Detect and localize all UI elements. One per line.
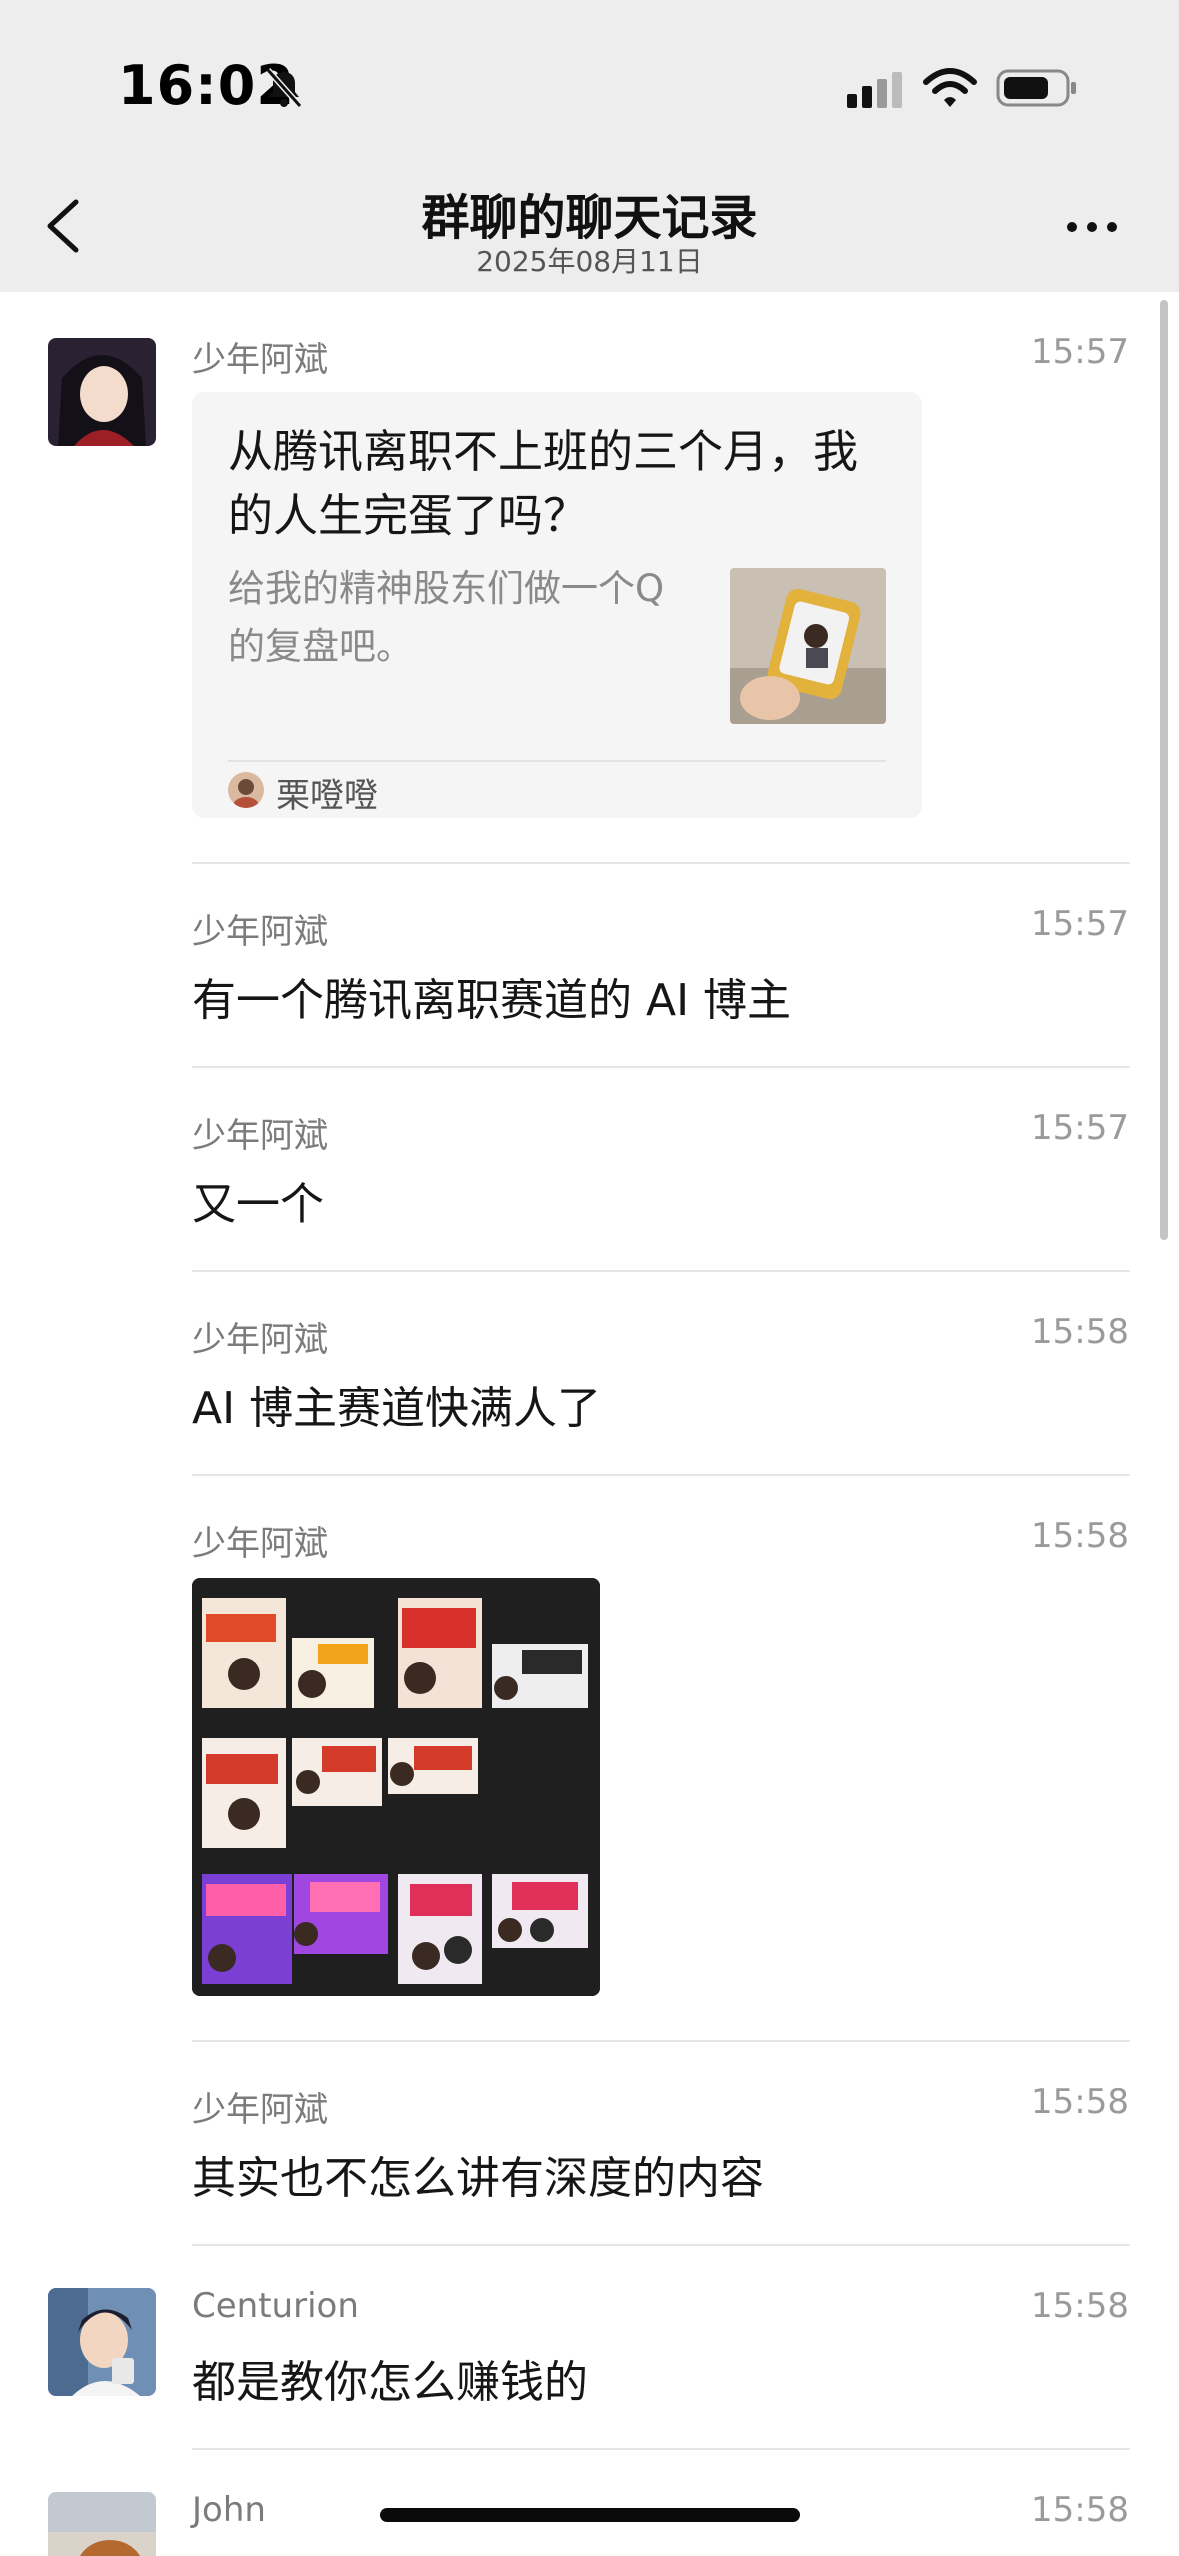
sender-name: John (192, 2490, 266, 2530)
message-time: 15:58 (1031, 2286, 1129, 2326)
sender-name: 少年阿斌 (192, 1116, 328, 1156)
avatar[interactable] (48, 2288, 156, 2396)
message-item: 少年阿斌 15:58 (0, 1476, 1179, 2042)
message-item: 少年阿斌 15:57 从腾讯离职不上班的三个月，我的人生完蛋了吗？ 给我的精神股… (0, 292, 1179, 864)
message-item: 少年阿斌 15:58 其实也不怎么讲有深度的内容 (0, 2042, 1179, 2246)
message-text: 有一个腾讯离职赛道的 AI 博主 (192, 975, 792, 1026)
message-time: 15:58 (1031, 1516, 1129, 1556)
header-bar: 16:02 群聊的聊天记录 2025年08月11日 (0, 0, 1179, 292)
card-source: 栗噔噔 (276, 776, 378, 816)
message-item: 少年阿斌 15:57 有一个腾讯离职赛道的 AI 博主 (0, 864, 1179, 1068)
message-time: 15:57 (1031, 332, 1129, 372)
message-text: 都是教你怎么赚钱的 (192, 2357, 588, 2408)
link-card[interactable]: 从腾讯离职不上班的三个月，我的人生完蛋了吗？ 给我的精神股东们做一个Q的复盘吧。… (192, 392, 922, 818)
image-message[interactable] (192, 1578, 600, 1996)
sender-name: 少年阿斌 (192, 1524, 328, 1564)
message-item: John 15:58 (0, 2450, 1179, 2556)
sender-name: Centurion (192, 2286, 359, 2326)
sender-name: 少年阿斌 (192, 340, 328, 380)
card-thumbnail (730, 568, 886, 724)
message-item: 少年阿斌 15:57 又一个 (0, 1068, 1179, 1272)
card-description: 给我的精神股东们做一个Q的复盘吧。 (228, 567, 665, 668)
more-dots-icon[interactable] (1062, 202, 1122, 252)
sender-name: 少年阿斌 (192, 2090, 328, 2130)
message-time: 15:58 (1031, 1312, 1129, 1352)
message-text: 其实也不怎么讲有深度的内容 (192, 2153, 764, 2204)
source-avatar (228, 772, 264, 808)
message-text: AI 博主赛道快满人了 (192, 1383, 602, 1434)
cellular-signal-icon (847, 72, 902, 108)
message-time: 15:58 (1031, 2082, 1129, 2122)
card-divider (228, 760, 886, 762)
avatar[interactable] (48, 2492, 156, 2556)
message-item: 少年阿斌 15:58 AI 博主赛道快满人了 (0, 1272, 1179, 1476)
message-item: Centurion 15:58 都是教你怎么赚钱的 (0, 2246, 1179, 2450)
wifi-icon (923, 68, 977, 107)
message-time: 15:57 (1031, 1108, 1129, 1148)
avatar[interactable] (48, 338, 156, 446)
sender-name: 少年阿斌 (192, 912, 328, 952)
page-date: 2025年08月11日 (476, 245, 703, 278)
message-text: 又一个 (192, 1179, 324, 1230)
home-indicator[interactable] (380, 2508, 800, 2522)
bell-slash-icon (265, 68, 303, 108)
message-time: 15:57 (1031, 904, 1129, 944)
battery-icon (996, 69, 1076, 107)
card-title: 从腾讯离职不上班的三个月，我的人生完蛋了吗？ (228, 425, 859, 542)
page-title: 群聊的聊天记录 (421, 190, 758, 246)
sender-name: 少年阿斌 (192, 1320, 328, 1360)
message-time: 15:58 (1031, 2490, 1129, 2530)
